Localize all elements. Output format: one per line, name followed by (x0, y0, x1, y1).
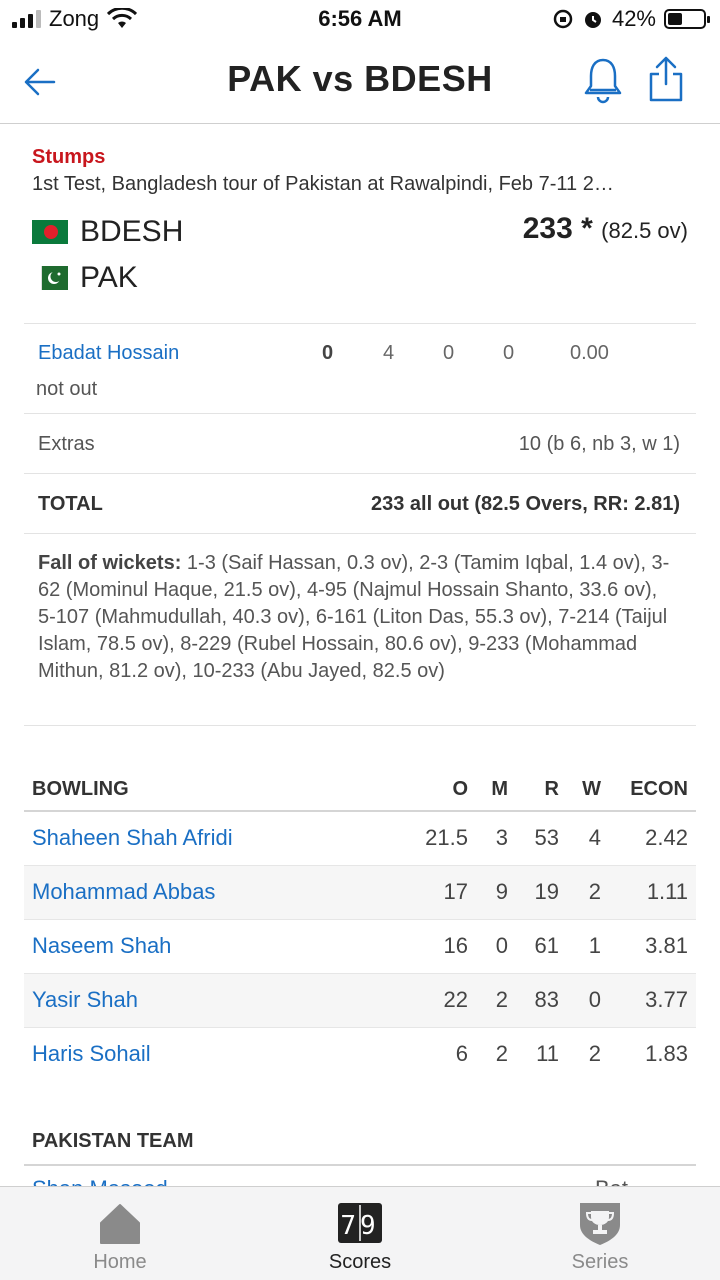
bowling-table: BOWLING O M R W ECON Shaheen Shah Afridi… (24, 766, 696, 1082)
bowler-overs: 22 (443, 987, 468, 1012)
fall-of-wickets: Fall of wickets: 1-3 (Saif Hassan, 0.3 o… (24, 533, 696, 726)
status-bar: Zong 6:56 AM 42% (0, 0, 720, 40)
bowling-title: BOWLING (32, 778, 129, 800)
bowler-name[interactable]: Haris Sohail (32, 1041, 151, 1067)
table-row: Shaheen Shah Afridi 21.5 3 53 4 2.42 (24, 812, 696, 866)
bowler-maidens: 3 (495, 825, 508, 850)
team-score: 233 * (82.5 ov) (523, 212, 688, 246)
score-overs: (82.5 ov) (601, 218, 688, 243)
bowler-name[interactable]: Yasir Shah (32, 987, 138, 1013)
batter-dismissal: not out (36, 378, 98, 400)
tab-home[interactable]: Home (0, 1187, 240, 1280)
score-runs: 233 (522, 212, 573, 245)
fow-text-block: Fall of wickets: 1-3 (Saif Hassan, 0.3 o… (38, 550, 678, 685)
bowler-wickets: 2 (588, 1041, 601, 1066)
team-row-bdesh: BDESH 233 * (82.5 ov) (32, 212, 692, 252)
battery-fill (668, 13, 683, 25)
score-marker: * (581, 212, 593, 245)
col-runs: R (544, 778, 559, 800)
bowler-maidens: 2 (495, 987, 508, 1012)
tab-label: Home (93, 1251, 147, 1273)
bowler-economy: 2.42 (645, 825, 688, 850)
tab-label: Scores (328, 1251, 392, 1273)
bottom-tab-bar: Home 79 Scores Series (0, 1186, 720, 1280)
col-wickets: W (582, 778, 601, 800)
share-icon[interactable] (646, 54, 686, 104)
batter-balls: 4 (383, 342, 395, 364)
batter-runs: 0 (322, 342, 334, 364)
bell-icon[interactable] (582, 56, 624, 104)
bowler-name[interactable]: Naseem Shah (32, 933, 171, 959)
bowler-overs: 17 (443, 879, 468, 904)
trophy-icon (580, 1203, 620, 1245)
bowler-runs: 53 (534, 825, 559, 850)
total-value: 233 all out (82.5 Overs, RR: 2.81) (370, 493, 680, 515)
bowler-economy: 1.83 (645, 1041, 688, 1066)
batter-strike-rate: 0.00 (570, 342, 609, 364)
col-overs: O (452, 778, 468, 800)
team-row-pak: PAK (32, 258, 692, 298)
bowler-wickets: 4 (588, 825, 601, 850)
bowler-economy: 1.11 (646, 879, 688, 904)
scoreboard-icon-text: 79 (340, 1211, 379, 1241)
bowler-runs: 19 (534, 879, 559, 904)
total-label: TOTAL (38, 493, 103, 515)
team-name: PAK (80, 261, 138, 294)
total-row: TOTAL 233 all out (82.5 Overs, RR: 2.81) (24, 473, 696, 533)
bowler-economy: 3.77 (645, 987, 688, 1012)
bowler-wickets: 2 (588, 879, 601, 904)
bowler-name[interactable]: Shaheen Shah Afridi (32, 825, 233, 851)
bowler-maidens: 9 (495, 879, 508, 904)
table-row: Haris Sohail 6 2 11 2 1.83 (24, 1028, 696, 1082)
battery-percent: 42% (611, 6, 656, 31)
table-row: Yasir Shah 22 2 83 0 3.77 (24, 974, 696, 1028)
tab-series[interactable]: Series (480, 1187, 720, 1280)
divider (24, 1164, 696, 1166)
extras-row: Extras 10 (b 6, nb 3, w 1) (24, 413, 696, 473)
batter-row: Ebadat Hossain not out 0 4 0 0 0.00 (24, 323, 696, 413)
table-row: Naseem Shah 16 0 61 1 3.81 (24, 920, 696, 974)
battery-icon (664, 9, 710, 29)
match-status: Stumps (32, 146, 106, 168)
bowler-maidens: 2 (495, 1041, 508, 1066)
pakistan-flag-icon (32, 266, 68, 290)
batter-fours: 0 (443, 342, 455, 364)
tab-scores[interactable]: 79 Scores (240, 1187, 480, 1280)
batter-name[interactable]: Ebadat Hossain (38, 342, 179, 365)
fow-label: Fall of wickets: (38, 552, 182, 574)
alarm-icon (584, 12, 601, 28)
bowler-maidens: 0 (495, 933, 508, 958)
home-icon (100, 1204, 140, 1244)
status-right-group: 42% (552, 6, 710, 32)
rotation-lock-icon (553, 9, 573, 29)
bowler-runs: 83 (534, 987, 559, 1012)
extras-label: Extras (38, 433, 95, 455)
bowler-runs: 61 (534, 933, 559, 958)
match-info: 1st Test, Bangladesh tour of Pakistan at… (32, 173, 614, 195)
bowler-wickets: 0 (588, 987, 601, 1012)
table-row: Mohammad Abbas 17 9 19 2 1.11 (24, 866, 696, 920)
bowler-wickets: 1 (588, 933, 601, 958)
team-name: BDESH (80, 215, 184, 248)
bowling-header: BOWLING O M R W ECON (24, 766, 696, 812)
bowler-overs: 16 (443, 933, 468, 958)
bangladesh-flag-icon (32, 220, 68, 244)
team-section-title: PAKISTAN TEAM (32, 1130, 194, 1152)
app-header: PAK vs BDESH (0, 40, 720, 124)
bowler-runs: 11 (536, 1041, 559, 1066)
scoreboard-icon: 79 (338, 1203, 382, 1243)
match-summary: Stumps 1st Test, Bangladesh tour of Paki… (32, 146, 692, 294)
col-maidens: M (491, 778, 508, 800)
bowler-economy: 3.81 (645, 933, 688, 958)
batter-sixes: 0 (503, 342, 515, 364)
col-economy: ECON (630, 778, 688, 800)
bowler-overs: 21.5 (425, 825, 468, 850)
bowler-name[interactable]: Mohammad Abbas (32, 879, 215, 905)
tab-label: Series (571, 1251, 629, 1273)
bowler-overs: 6 (455, 1041, 468, 1066)
extras-value: 10 (b 6, nb 3, w 1) (518, 433, 680, 455)
